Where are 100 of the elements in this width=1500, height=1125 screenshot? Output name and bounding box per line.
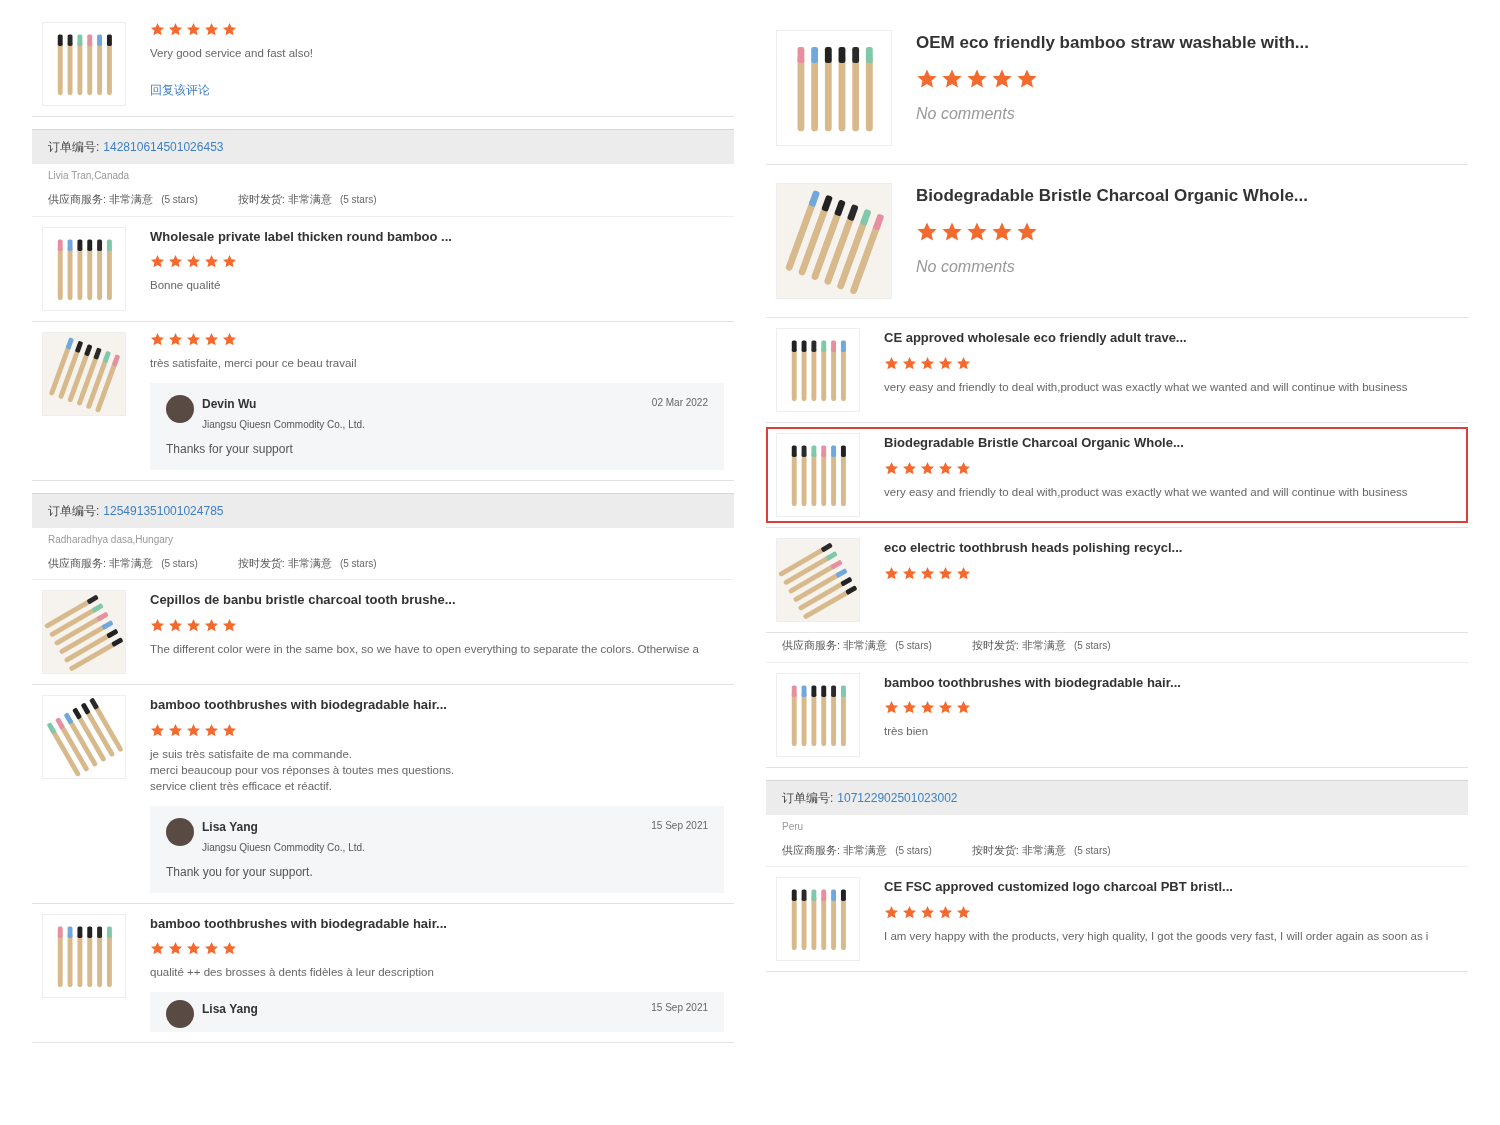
star-icon: [204, 254, 219, 269]
review-comment: Very good service and fast also!: [150, 46, 314, 61]
star-icon: [204, 331, 219, 347]
replier-name: Lisa Yang: [202, 1001, 259, 1018]
star-icon: [941, 220, 963, 243]
review-comment: very easy and friendly to deal with,product was exactly what we wanted and will continue with business: [884, 484, 1409, 500]
reply-date: 15 Sep 2021: [651, 1001, 708, 1015]
star-icon: [902, 355, 917, 371]
product-title[interactable]: bamboo toothbrushes with biodegradable hair...: [150, 695, 724, 715]
star-icon: [186, 722, 201, 738]
product-title[interactable]: Biodegradable Bristle Charcoal Organic Whole...: [884, 433, 1458, 453]
star-icon: [1016, 220, 1038, 243]
star-icon: [1016, 67, 1038, 90]
star-icon: [902, 700, 917, 715]
company-name: Jiangsu Qiuesn Commodity Co., Ltd.: [202, 417, 366, 432]
buyer-name: Livia Tran,Canada: [48, 169, 131, 183]
order-number-label: 订单编号:: [782, 789, 834, 807]
star-icon: [938, 700, 953, 715]
star-icon: [204, 617, 219, 633]
star-icon: [150, 254, 165, 269]
rating-note: (5 stars): [1073, 639, 1111, 653]
rating-label: 按时发货: 非常满意: [237, 555, 332, 571]
star-icon: [938, 904, 953, 920]
star-icon: [168, 331, 183, 347]
star-icon: [222, 617, 237, 633]
review-comment: très bien: [884, 724, 930, 739]
star-icon: [204, 722, 219, 738]
product-title[interactable]: CE approved wholesale eco friendly adult trave...: [884, 328, 1458, 348]
rating-note: (5 stars): [1073, 843, 1111, 858]
rating-note: (5 stars): [339, 556, 377, 571]
buyer-name: Peru: [782, 819, 805, 834]
star-icon: [150, 617, 165, 633]
reply-date: 02 Mar 2022: [651, 395, 708, 410]
product-title[interactable]: eco electric toothbrush heads polishing recycl...: [884, 538, 1458, 558]
review-comment: Bonne qualité: [150, 278, 222, 293]
star-icon: [916, 220, 938, 243]
product-title[interactable]: Cepillos de banbu bristle charcoal tooth brushe...: [150, 590, 724, 610]
no-comments-text: No comments: [916, 256, 1016, 277]
star-icon: [168, 941, 183, 956]
star-icon: [186, 22, 201, 37]
star-icon: [941, 67, 963, 90]
star-icon: [956, 355, 971, 371]
reply-link[interactable]: 回复该评论: [150, 81, 724, 99]
review-comment: très satisfaite, merci pour ce beau travail: [150, 355, 358, 371]
no-comments-text: No comments: [916, 103, 1016, 124]
star-icon: [222, 254, 237, 269]
rating-note: (5 stars): [895, 843, 932, 858]
star-icon: [966, 67, 988, 90]
star-icon: [884, 565, 899, 581]
product-title[interactable]: Biodegradable Bristle Charcoal Organic Whole...: [916, 183, 1458, 209]
avatar: [166, 394, 194, 423]
star-icon: [150, 941, 165, 956]
star-icon: [884, 700, 899, 715]
star-icon: [204, 941, 219, 956]
star-icon: [991, 67, 1013, 90]
rating-label: 按时发货: 非常满意: [971, 842, 1066, 858]
rating-label: 供应商服务: 非常满意: [782, 638, 888, 653]
product-title[interactable]: CE FSC approved customized logo charcoal PBT bristl...: [884, 877, 1458, 897]
order-number[interactable]: 142810614501026453: [103, 138, 224, 156]
rating-label: 供应商服务: 非常满意: [48, 555, 154, 571]
star-icon: [168, 22, 183, 37]
reply-date: 15 Sep 2021: [651, 818, 708, 833]
star-icon: [186, 617, 201, 633]
star-icon: [938, 460, 953, 476]
star-icon: [902, 565, 917, 581]
star-icon: [222, 722, 237, 738]
rating-note: (5 stars): [161, 556, 198, 571]
product-title[interactable]: bamboo toothbrushes with biodegradable hair...: [884, 672, 1458, 692]
product-title[interactable]: bamboo toothbrushes with biodegradable hair...: [150, 913, 724, 933]
star-icon: [884, 355, 899, 371]
star-icon: [168, 254, 183, 269]
star-icon: [168, 617, 183, 633]
rating-note: (5 stars): [161, 193, 198, 207]
buyer-name: Radharadhya dasa,Hungary: [48, 532, 175, 547]
star-icon: [186, 941, 201, 956]
star-icon: [168, 722, 183, 738]
star-icon: [956, 700, 971, 715]
reply-text: Thank you for your support.: [166, 863, 314, 881]
star-icon: [150, 331, 165, 347]
product-title[interactable]: Wholesale private label thicken round bamboo ...: [150, 226, 724, 246]
star-icon: [222, 331, 237, 347]
star-icon: [920, 565, 935, 581]
star-icon: [222, 941, 237, 956]
order-number[interactable]: 107122902501023002: [837, 788, 958, 807]
rating-label: 按时发货: 非常满意: [237, 192, 332, 207]
star-icon: [991, 220, 1013, 243]
order-number-label: 订单编号:: [48, 139, 100, 156]
order-number[interactable]: 125491351001024785: [103, 501, 224, 520]
review-comment: qualité ++ des brosses à dents fidèles à leur description: [150, 965, 435, 980]
replier-name: Lisa Yang: [202, 818, 259, 836]
company-name: Jiangsu Qiuesn Commodity Co., Ltd.: [202, 840, 366, 855]
star-icon: [150, 22, 165, 37]
avatar: [166, 1000, 194, 1028]
star-icon: [916, 67, 938, 90]
star-icon: [956, 565, 971, 581]
star-icon: [204, 22, 219, 37]
rating-note: (5 stars): [895, 639, 932, 653]
avatar: [166, 817, 194, 846]
review-comment: very easy and friendly to deal with,product was exactly what we wanted and will continue with business: [884, 379, 1409, 395]
product-title[interactable]: OEM eco friendly bamboo straw washable with...: [916, 30, 1458, 56]
